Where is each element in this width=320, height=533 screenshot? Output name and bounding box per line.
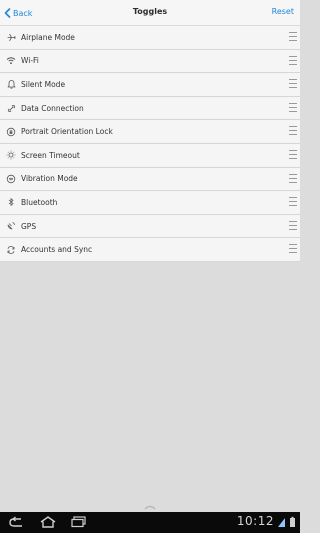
airplane-icon: [6, 32, 16, 42]
drag-handle[interactable]: [289, 102, 297, 112]
toggle-row-airplane-mode[interactable]: Airplane Mode: [0, 26, 300, 50]
toggle-row-silent-mode[interactable]: Silent Mode: [0, 73, 300, 97]
home-nav-icon[interactable]: [39, 516, 57, 528]
bluetooth-icon: [6, 197, 16, 207]
toggle-row-bluetooth[interactable]: Bluetooth: [0, 191, 300, 215]
status-clock: 10:12: [236, 514, 274, 528]
system-navigation-bar: 10:12: [0, 512, 300, 533]
recent-apps-nav-icon[interactable]: [70, 516, 88, 528]
vibration-icon: [6, 174, 16, 184]
wifi-icon: [6, 56, 16, 66]
drag-handle[interactable]: [289, 55, 297, 65]
toggle-row-screen-timeout[interactable]: Screen Timeout: [0, 143, 300, 168]
back-nav-icon[interactable]: [8, 516, 26, 528]
drag-handle[interactable]: [289, 173, 297, 183]
toggle-row-portrait-orientation-lock[interactable]: Portrait Orientation Lock: [0, 120, 300, 144]
drag-handle[interactable]: [289, 197, 297, 207]
toggle-row-wifi[interactable]: Wi-Fi: [0, 49, 300, 74]
gps-icon: [6, 221, 16, 231]
toggle-label: Portrait Orientation Lock: [21, 127, 113, 137]
signal-battery-icon: [278, 516, 295, 527]
toggle-label: Data Connection: [21, 103, 84, 113]
brightness-icon: [6, 150, 16, 160]
toggle-row-data-connection[interactable]: Data Connection: [0, 96, 300, 121]
drag-handle[interactable]: [289, 126, 297, 136]
empty-area: [0, 262, 300, 511]
pull-up-handle-icon[interactable]: [144, 504, 156, 510]
toggle-label: Airplane Mode: [21, 32, 75, 42]
drag-handle[interactable]: [289, 220, 297, 230]
toggle-row-gps[interactable]: GPS: [0, 214, 300, 239]
orientation-lock-icon: [6, 127, 16, 137]
toggle-label: GPS: [21, 221, 37, 231]
toggle-list: Airplane Mode Wi-Fi Silent Mode Data Con…: [0, 26, 300, 262]
toggle-row-accounts-and-sync[interactable]: Accounts and Sync: [0, 238, 300, 262]
toggle-label: Screen Timeout: [21, 150, 80, 160]
drag-handle[interactable]: [289, 79, 297, 89]
data-connection-icon: [6, 103, 16, 113]
action-bar: Back Toggles Reset: [0, 0, 300, 26]
drag-handle[interactable]: [289, 244, 297, 254]
page-title: Toggles: [132, 7, 168, 16]
bell-icon: [6, 79, 16, 90]
sync-icon: [6, 245, 16, 255]
toggle-label: Wi-Fi: [21, 56, 39, 66]
drag-handle[interactable]: [289, 32, 297, 41]
reset-button[interactable]: Reset: [272, 7, 294, 16]
app-window: Back Toggles Reset Airplane Mode Wi-Fi S…: [0, 0, 300, 533]
drag-handle[interactable]: [289, 149, 297, 159]
toggle-label: Silent Mode: [21, 79, 66, 89]
toggle-label: Bluetooth: [21, 197, 58, 207]
toggle-row-vibration-mode[interactable]: Vibration Mode: [0, 167, 300, 192]
toggle-label: Vibration Mode: [21, 174, 78, 184]
toggle-label: Accounts and Sync: [21, 245, 93, 255]
